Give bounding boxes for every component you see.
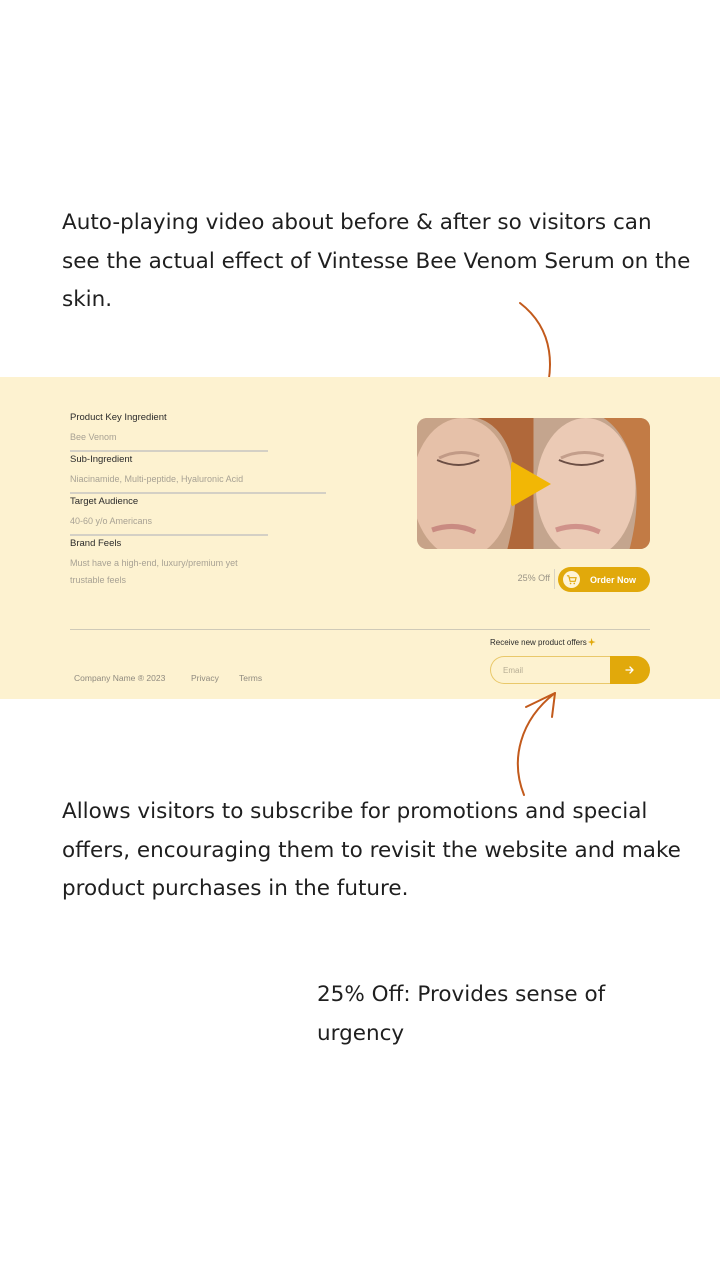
terms-link[interactable]: Terms xyxy=(239,673,262,683)
before-after-video[interactable] xyxy=(417,418,650,549)
company-name: Company Name ® 2023 xyxy=(74,673,166,683)
receive-offers-label: Receive new product offers xyxy=(490,638,597,647)
field-value: 40-60 y/o Americans xyxy=(70,516,153,526)
cart-icon xyxy=(563,571,580,588)
annotation-discount: 25% Off: Provides sense of urgency xyxy=(317,982,606,1046)
divider xyxy=(554,569,555,589)
arrow-right-icon xyxy=(625,666,634,674)
field-label: Target Audience xyxy=(70,496,139,507)
footer-divider xyxy=(70,629,650,630)
field-label: Product Key Ingredient xyxy=(70,412,167,423)
annotation-video: Auto-playing video about before & after … xyxy=(62,210,691,312)
receive-offers-text: Receive new product offers xyxy=(490,638,587,647)
privacy-link[interactable]: Privacy xyxy=(191,673,219,683)
arrow-to-email-icon xyxy=(517,692,556,796)
order-now-label: Order Now xyxy=(590,574,637,585)
field-value: Must have a high-end, luxury/premium yet… xyxy=(70,558,238,585)
field-brand-feels: Brand Feels Must have a high-end, luxury… xyxy=(70,538,260,589)
field-label: Sub-Ingredient xyxy=(70,454,133,465)
field-value: Bee Venom xyxy=(70,432,117,442)
field-value: Niacinamide, Multi-peptide, Hyaluronic A… xyxy=(70,474,244,484)
play-icon[interactable] xyxy=(511,461,551,507)
sparkle-icon xyxy=(587,638,596,647)
divider xyxy=(70,492,326,494)
order-now-button[interactable]: Order Now xyxy=(558,567,650,592)
field-sub-ingredient: Sub-Ingredient Niacinamide, Multi-peptid… xyxy=(70,454,326,494)
discount-label: 25% Off xyxy=(517,573,550,583)
field-target-audience: Target Audience 40-60 y/o Americans xyxy=(70,496,268,536)
email-input[interactable] xyxy=(490,656,612,684)
field-label: Brand Feels xyxy=(70,538,122,549)
divider xyxy=(70,450,268,452)
divider xyxy=(70,534,268,536)
subscribe-submit-button[interactable] xyxy=(610,656,650,684)
field-key-ingredient: Product Key Ingredient Bee Venom xyxy=(70,412,268,452)
annotation-subscribe: Allows visitors to subscribe for promoti… xyxy=(62,799,681,901)
